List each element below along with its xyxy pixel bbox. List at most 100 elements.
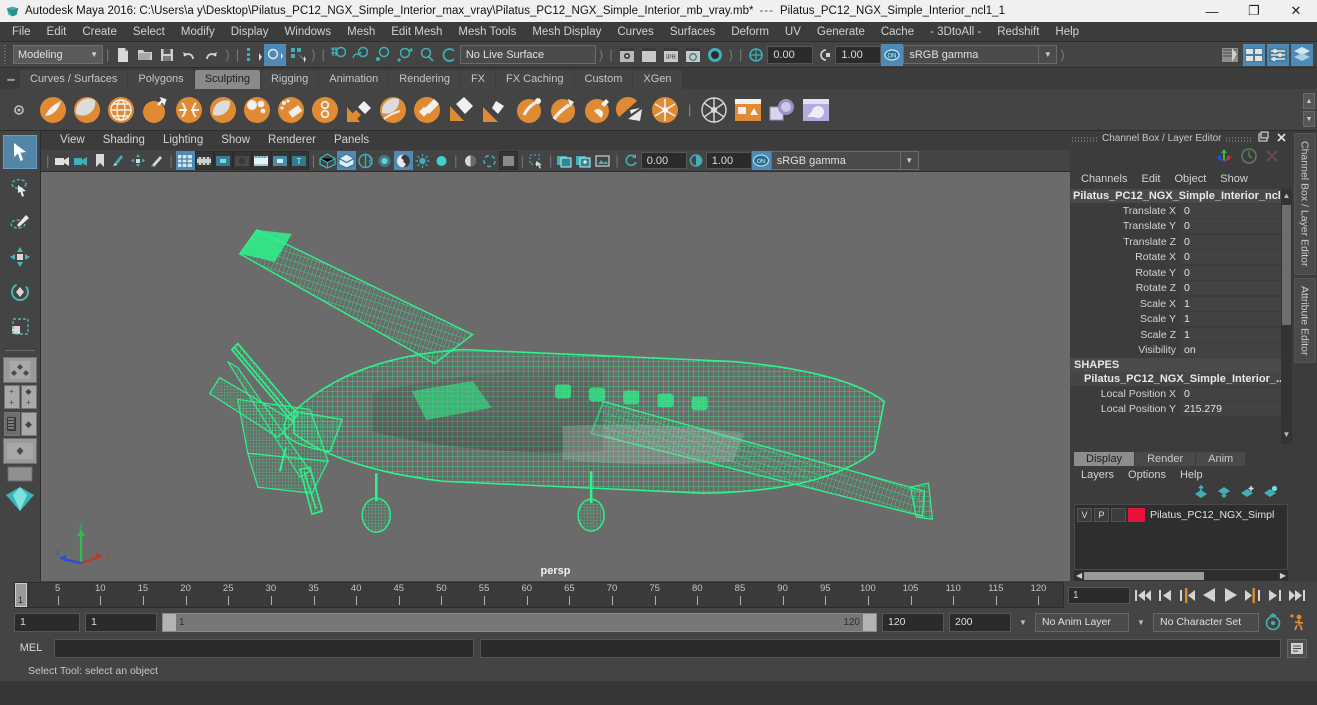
viewport-menu-view[interactable]: View bbox=[51, 131, 94, 150]
menu-modify[interactable]: Modify bbox=[173, 22, 223, 42]
layer-list[interactable]: V P Pilatus_PC12_NGX_Simpl bbox=[1074, 504, 1288, 570]
amplify-tool-icon[interactable] bbox=[580, 93, 614, 127]
select-tool[interactable] bbox=[3, 135, 37, 169]
vertical-tab-attribute-editor[interactable]: Attribute Editor bbox=[1293, 277, 1316, 363]
channel-menu-channels[interactable]: Channels bbox=[1074, 170, 1134, 189]
play-backwards-icon[interactable] bbox=[1199, 586, 1218, 605]
shelf-options-icon[interactable]: ━ bbox=[2, 71, 20, 89]
layer-playback-toggle[interactable]: P bbox=[1094, 508, 1109, 522]
film-gate-icon[interactable] bbox=[194, 151, 214, 170]
menu-windows[interactable]: Windows bbox=[276, 22, 339, 42]
step-back-frame-icon[interactable] bbox=[1177, 586, 1196, 605]
range-slider-left-handle[interactable] bbox=[163, 613, 176, 631]
multisample-aa-icon[interactable] bbox=[480, 151, 499, 170]
panel-grip-right[interactable] bbox=[1225, 134, 1252, 143]
range-slider[interactable]: 1 120 bbox=[162, 612, 877, 632]
layer-tab-display[interactable]: Display bbox=[1074, 452, 1135, 466]
lasso-select-tool[interactable] bbox=[3, 170, 37, 204]
step-forward-frame-icon[interactable] bbox=[1243, 586, 1262, 605]
redo-icon[interactable] bbox=[200, 44, 222, 66]
scroll-down-icon[interactable]: ▼ bbox=[1281, 430, 1292, 442]
view-transform-chevron-down-icon[interactable]: ▼ bbox=[900, 151, 919, 170]
menu-edit-mesh[interactable]: Edit Mesh bbox=[383, 22, 450, 42]
menu-create[interactable]: Create bbox=[74, 22, 125, 42]
maximize-icon[interactable]: ❐ bbox=[1233, 0, 1275, 22]
image-plane-icon[interactable] bbox=[109, 151, 128, 170]
create-layer-from-selected-icon[interactable] bbox=[1263, 485, 1278, 504]
range-slider-right-handle[interactable] bbox=[863, 613, 876, 631]
shelf-scroll-down-icon[interactable]: ▼ bbox=[1303, 111, 1315, 127]
playback-speed-chevron-down-icon[interactable]: ▼ bbox=[1016, 618, 1030, 627]
shelf-tab-custom[interactable]: Custom bbox=[574, 70, 633, 89]
rebuild-uvs-icon[interactable] bbox=[745, 44, 767, 66]
no-manipulator-icon[interactable] bbox=[1240, 147, 1258, 170]
menu-display[interactable]: Display bbox=[223, 22, 277, 42]
gamma-field[interactable]: 1.00 bbox=[705, 152, 752, 169]
layer-list-hscrollbar[interactable]: ◀ ▶ bbox=[1074, 570, 1288, 581]
animation-preferences-icon[interactable] bbox=[1288, 613, 1307, 632]
repeat-tool-icon[interactable] bbox=[308, 93, 342, 127]
color-management-chevron-down-icon[interactable]: ▼ bbox=[1039, 45, 1058, 64]
convert-tool-icon[interactable] bbox=[697, 93, 731, 127]
quick-layout-four-view[interactable] bbox=[3, 357, 37, 383]
channel-row-rotate-y[interactable]: Rotate Y 0 bbox=[1070, 265, 1292, 281]
channel-value[interactable]: 1 bbox=[1180, 327, 1292, 342]
shelf-tab-rigging[interactable]: Rigging bbox=[260, 70, 319, 89]
render-current-frame-icon[interactable] bbox=[616, 44, 638, 66]
camera-attributes-icon[interactable] bbox=[71, 151, 90, 170]
text-overlay-icon[interactable]: T bbox=[289, 151, 309, 170]
snap-to-view-planes-icon[interactable] bbox=[416, 44, 438, 66]
toggle-attribute-editor-icon[interactable] bbox=[1243, 43, 1265, 66]
shelf-tab-fx-caching[interactable]: FX Caching bbox=[496, 70, 574, 89]
step-forward-key-icon[interactable] bbox=[1265, 586, 1284, 605]
menu-deform[interactable]: Deform bbox=[723, 22, 777, 42]
layer-menu-help[interactable]: Help bbox=[1173, 469, 1210, 481]
manipulator-axis-icon[interactable] bbox=[1214, 147, 1234, 170]
save-scene-icon[interactable] bbox=[156, 44, 178, 66]
menu-mesh-tools[interactable]: Mesh Tools bbox=[450, 22, 524, 42]
shelf-tab-fx[interactable]: FX bbox=[460, 70, 496, 89]
open-scene-icon[interactable] bbox=[134, 44, 156, 66]
pinch-tool-icon[interactable] bbox=[172, 93, 206, 127]
channel-value[interactable]: 1 bbox=[1180, 312, 1292, 327]
auto-keyframe-toggle-icon[interactable] bbox=[1264, 613, 1283, 632]
command-language-label[interactable]: MEL bbox=[14, 642, 48, 654]
perspective-viewport[interactable]: y x z persp bbox=[41, 172, 1070, 581]
shelf-scroll-buttons[interactable]: ▲ ▼ bbox=[1303, 93, 1315, 127]
redo-previous-render-icon[interactable] bbox=[638, 44, 660, 66]
command-input-field[interactable] bbox=[54, 638, 474, 658]
channel-box-scrollbar[interactable]: ▲ ▼ bbox=[1281, 189, 1292, 444]
panel-undock-icon[interactable] bbox=[1257, 131, 1269, 146]
channel-value[interactable]: 0 bbox=[1180, 386, 1292, 401]
hypershade-icon[interactable] bbox=[704, 44, 726, 66]
menu-edit[interactable]: Edit bbox=[39, 22, 75, 42]
view-transform-toggle-icon[interactable]: ON bbox=[751, 151, 771, 170]
aircraft-wireframe-model[interactable] bbox=[41, 172, 1070, 581]
gate-mask-icon[interactable] bbox=[232, 151, 252, 170]
menu-mesh[interactable]: Mesh bbox=[339, 22, 383, 42]
flatten-tool-icon[interactable] bbox=[206, 93, 240, 127]
menu-file[interactable]: File bbox=[4, 22, 39, 42]
channel-value[interactable]: 0 bbox=[1180, 219, 1292, 234]
character-set-select[interactable]: No Character Set bbox=[1153, 612, 1259, 632]
current-frame-field[interactable]: 1 bbox=[1068, 586, 1130, 604]
channel-box-attribute-list[interactable]: Pilatus_PC12_NGX_Simple_Interior_ncl... … bbox=[1070, 189, 1292, 444]
freeze-select-tool-icon[interactable] bbox=[648, 93, 682, 127]
exposure-field[interactable]: 0.00 bbox=[640, 152, 687, 169]
snap-offset-field-2[interactable]: 1.00 bbox=[835, 45, 882, 64]
grab-tool-icon[interactable] bbox=[138, 93, 172, 127]
time-slider[interactable]: 1 5 10 15 20 25 30 35 40 45 50 55 60 65 70 75 80 85 90 95 1… bbox=[14, 582, 1064, 608]
viewport-menu-shading[interactable]: Shading bbox=[94, 131, 154, 150]
isolate-select-icon[interactable] bbox=[527, 151, 546, 170]
toggle-tool-settings-icon[interactable] bbox=[1267, 43, 1289, 66]
spray-tool-icon[interactable] bbox=[274, 93, 308, 127]
channel-row-rotate-z[interactable]: Rotate Z 0 bbox=[1070, 281, 1292, 297]
channel-row-local-position-y[interactable]: Local Position Y 215.279 bbox=[1070, 402, 1292, 418]
step-back-key-icon[interactable] bbox=[1155, 586, 1174, 605]
undo-icon[interactable] bbox=[178, 44, 200, 66]
channel-menu-object[interactable]: Object bbox=[1167, 170, 1213, 189]
relax-tool-icon[interactable] bbox=[104, 93, 138, 127]
motion-blur-icon[interactable] bbox=[461, 151, 480, 170]
use-default-lighting-icon[interactable] bbox=[375, 151, 394, 170]
anim-layer-select[interactable]: No Anim Layer bbox=[1035, 612, 1129, 632]
